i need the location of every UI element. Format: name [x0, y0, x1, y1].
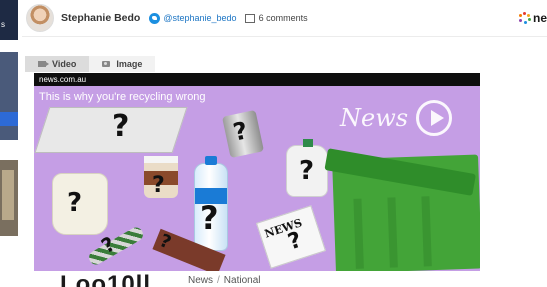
left-thumbnail-2[interactable] [0, 52, 18, 140]
tab-video-label: Video [52, 59, 77, 69]
play-icon[interactable] [416, 100, 453, 136]
question-mark: ? [67, 188, 83, 218]
question-mark: ? [97, 231, 120, 259]
left-thumbnail-1[interactable]: s [0, 0, 18, 40]
brand-text: ne [532, 11, 547, 25]
brand-logo[interactable]: ne [518, 11, 547, 25]
breadcrumb: News / National [188, 275, 261, 286]
tab-image[interactable]: Image [89, 56, 156, 72]
author-avatar[interactable] [26, 4, 54, 32]
header-divider [22, 36, 547, 37]
recycling-bin-item [332, 154, 480, 271]
bin-ridge [387, 197, 398, 268]
question-mark: ? [152, 173, 165, 198]
author-bar: Stephanie Bedo @stephanie_bedo 6 comment… [22, 0, 547, 36]
brand-dot [526, 14, 530, 17]
plastic-bag-item: ? [52, 173, 108, 235]
brand-dot [522, 12, 526, 15]
video-top-bar: news.com.au [34, 73, 480, 86]
page: s Stephanie Bedo @stephanie_bedo 6 comme… [0, 0, 547, 287]
video-player[interactable]: news.com.au This is why you're recycling… [34, 73, 480, 271]
media-tabs: Video Image [25, 56, 156, 72]
water-bottle-item: ? [194, 156, 228, 251]
comment-icon[interactable] [244, 13, 255, 23]
left-thumbnail-3[interactable] [0, 160, 18, 236]
pizza-box-item: ? [34, 107, 188, 153]
breadcrumb-national[interactable]: National [224, 275, 261, 286]
bin-ridge [421, 196, 432, 267]
brand-dots-icon [518, 12, 531, 24]
video-icon [38, 61, 49, 67]
twitter-icon[interactable] [149, 12, 161, 24]
newspaper-item: NEWS ? [256, 205, 326, 269]
coffee-cup-item: ? [144, 156, 178, 198]
question-mark: ? [200, 199, 219, 237]
brand-dot [527, 18, 531, 21]
breadcrumb-news[interactable]: News [188, 275, 213, 286]
video-source: news.com.au [39, 75, 87, 84]
tab-video[interactable]: Video [25, 56, 90, 72]
watermark-text: News [340, 104, 409, 132]
brand-dot [518, 14, 522, 17]
left-thumbnail-text: s [1, 20, 5, 29]
left-sidebar-strip: s [0, 0, 20, 287]
breadcrumb-separator: / [217, 275, 220, 286]
question-mark: ? [111, 109, 130, 144]
comment-count[interactable]: 6 comments [259, 13, 308, 23]
brand-dot [518, 19, 522, 22]
brand-dot [523, 21, 527, 24]
milk-jug-item: ? [286, 139, 328, 197]
twitter-handle[interactable]: @stephanie_bedo [163, 13, 236, 23]
tab-image-label: Image [116, 59, 143, 69]
question-mark: ? [230, 116, 251, 147]
question-mark: ? [285, 227, 305, 256]
question-mark: ? [299, 156, 315, 186]
author-name[interactable]: Stephanie Bedo [61, 12, 140, 24]
video-title: This is why you're recycling wrong [39, 91, 206, 103]
bin-ridge [353, 198, 364, 269]
headline-fragment: Loo10ll [60, 271, 152, 287]
camera-icon [102, 61, 111, 67]
tin-can-item: ? [222, 109, 264, 159]
news-watermark: News [340, 100, 453, 136]
question-mark: ? [156, 230, 175, 254]
